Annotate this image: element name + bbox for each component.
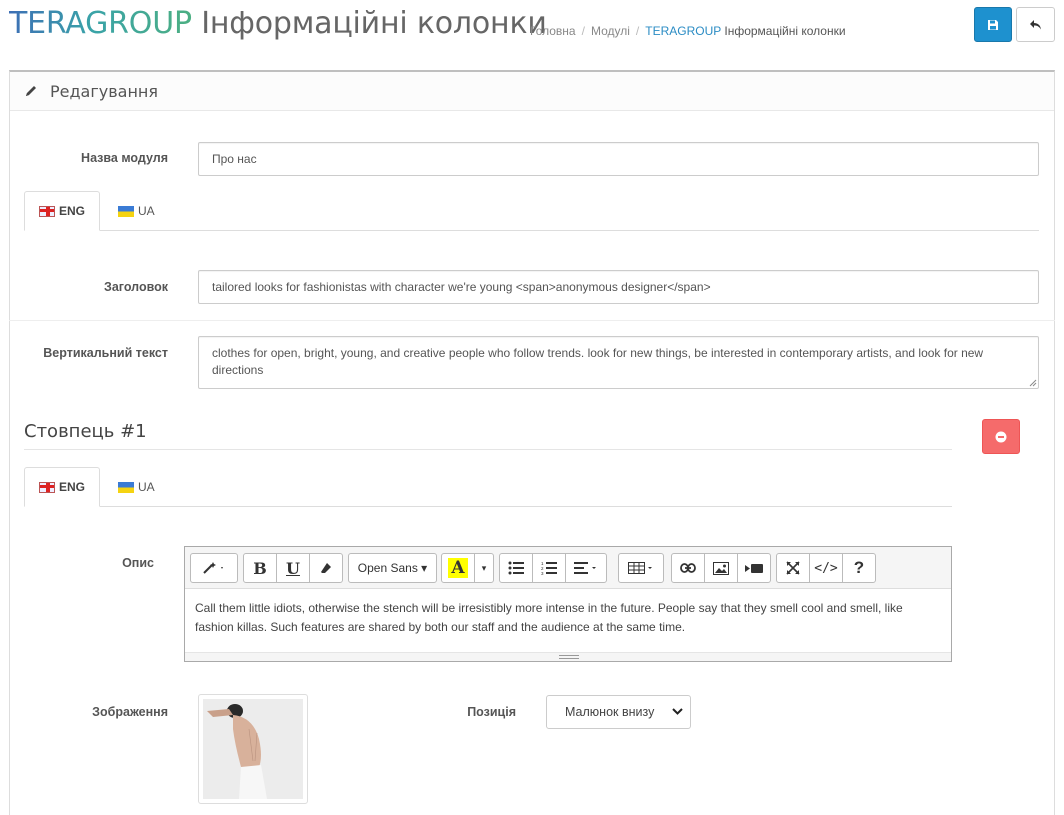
editor-toolbar: B U Open Sans ▾ A ▾ 123 </> ?: [185, 547, 951, 589]
page-title: TERAGROUP Інформаційні колонки: [9, 6, 547, 41]
page-title-brand: TERAGROUP: [9, 6, 192, 41]
video-button[interactable]: [737, 553, 771, 583]
image-preview: [203, 699, 303, 799]
unordered-list-button[interactable]: [499, 553, 533, 583]
position-label: Позиція: [467, 705, 516, 719]
eraser-icon: [321, 563, 331, 573]
column-tab-ua[interactable]: UA: [104, 467, 169, 507]
position-select[interactable]: Малюнок внизу: [546, 695, 691, 729]
editor-resize-grip-icon[interactable]: [559, 655, 579, 659]
reply-icon: [1029, 19, 1041, 29]
pencil-icon: [26, 86, 36, 96]
language-tabs: ENG UA: [24, 191, 1039, 231]
column-title: Стовпець #1: [24, 421, 147, 442]
save-button[interactable]: [974, 7, 1012, 42]
fullscreen-icon: [786, 561, 800, 575]
picture-button[interactable]: [704, 553, 738, 583]
svg-text:3: 3: [541, 571, 544, 575]
flag-ua-icon: [118, 205, 134, 217]
remove-column-button[interactable]: [982, 419, 1020, 454]
description-label: Опис: [122, 556, 154, 570]
save-icon: [988, 19, 998, 30]
page-header: TERAGROUP Інформаційні колонки Головна / М…: [0, 0, 1064, 62]
column-title-divider: [24, 449, 952, 450]
picture-icon: [713, 561, 729, 575]
magic-icon: [203, 562, 223, 574]
unordered-list-icon: [508, 561, 524, 575]
image-thumbnail[interactable]: [198, 694, 308, 804]
breadcrumb-modules[interactable]: Модулі: [591, 24, 630, 38]
editor-content[interactable]: Call them little idiots, otherwise the s…: [195, 599, 935, 637]
breadcrumb-home[interactable]: Головна: [530, 24, 576, 38]
align-button[interactable]: [565, 553, 607, 583]
panel-heading-text: Редагування: [50, 81, 159, 101]
link-icon: [680, 563, 696, 573]
page-title-text: Інформаційні колонки: [191, 6, 547, 41]
tab-ua[interactable]: UA: [104, 191, 169, 231]
ordered-list-icon: 123: [541, 561, 557, 575]
bold-icon: B: [253, 558, 267, 578]
table-button[interactable]: [618, 553, 664, 583]
module-name-input[interactable]: Про нас: [198, 142, 1039, 176]
code-view-icon: </>: [814, 560, 838, 576]
minus-circle-icon: [995, 431, 1007, 442]
bold-button[interactable]: B: [243, 553, 277, 583]
tab-eng[interactable]: ENG: [24, 191, 101, 231]
image-label: Зображення: [92, 705, 168, 719]
underline-button[interactable]: U: [276, 553, 310, 583]
editor-statusbar: [185, 652, 951, 661]
ordered-list-button[interactable]: 123: [532, 553, 566, 583]
underline-icon: U: [286, 558, 300, 578]
vertical-text-textarea[interactable]: clothes for open, bright, young, and cre…: [198, 336, 1039, 389]
breadcrumb-current[interactable]: TERAGROUP Інформаційні колонки: [645, 24, 845, 38]
back-button[interactable]: [1016, 7, 1055, 42]
flag-ua-icon: [118, 481, 134, 493]
clear-format-button[interactable]: [309, 553, 343, 583]
font-color-dropdown[interactable]: ▾: [474, 553, 494, 583]
panel-heading: Редагування: [10, 72, 1054, 111]
table-icon: [628, 562, 652, 574]
code-view-button[interactable]: </>: [809, 553, 843, 583]
breadcrumb: Головна / Модулі / TERAGROUP Інформаційні ко…: [530, 24, 846, 38]
column-language-tabs: ENG UA: [24, 467, 952, 507]
flag-gb-icon: [39, 481, 55, 493]
vertical-text-label: Вертикальний текст: [43, 346, 168, 360]
heading-label: Заголовок: [104, 280, 168, 294]
font-color-icon: A: [448, 558, 468, 578]
style-button[interactable]: [190, 553, 238, 583]
font-color-button[interactable]: A: [441, 553, 475, 583]
fullscreen-button[interactable]: [776, 553, 810, 583]
help-icon: ?: [853, 558, 865, 577]
rich-text-editor: B U Open Sans ▾ A ▾ 123 </> ? Call them …: [184, 546, 952, 662]
resize-handle-icon[interactable]: [1028, 378, 1037, 387]
video-icon: [745, 563, 763, 573]
flag-gb-icon: [39, 205, 55, 217]
align-icon: [574, 562, 596, 574]
edit-panel: Редагування: [9, 70, 1055, 815]
link-button[interactable]: [671, 553, 705, 583]
divider: [9, 320, 1055, 321]
chevron-down-icon: [672, 708, 683, 715]
help-button[interactable]: ?: [842, 553, 876, 583]
module-name-label: Назва модуля: [81, 151, 168, 165]
heading-input[interactable]: tailored looks for fashionistas with cha…: [198, 270, 1039, 304]
font-family-button[interactable]: Open Sans ▾: [348, 553, 437, 583]
column-tab-eng[interactable]: ENG: [24, 467, 101, 507]
